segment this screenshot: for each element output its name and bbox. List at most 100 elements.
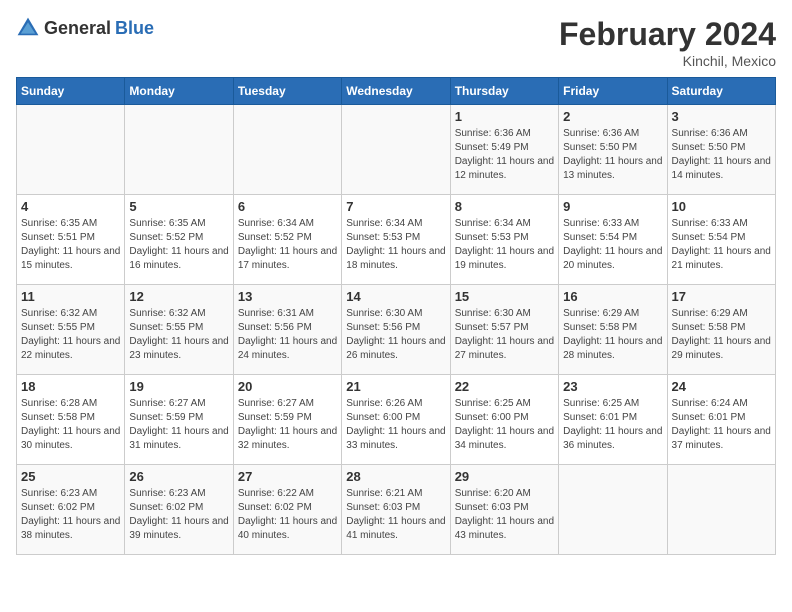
day-number: 24 <box>672 379 771 394</box>
day-cell: 15Sunrise: 6:30 AM Sunset: 5:57 PM Dayli… <box>450 285 558 375</box>
day-number: 21 <box>346 379 445 394</box>
calendar-header: SundayMondayTuesdayWednesdayThursdayFrid… <box>17 78 776 105</box>
day-cell: 13 Sunrise: 6:31 AM Sunset: 5:56 PM Dayli… <box>233 285 341 375</box>
day-cell <box>667 465 775 555</box>
day-number: 16 <box>563 289 662 304</box>
logo-icon <box>16 16 40 40</box>
day-cell: 22 Sunrise: 6:25 AM Sunset: 6:00 PM Dayli… <box>450 375 558 465</box>
weekday-header-sunday: Sunday <box>17 78 125 105</box>
day-cell <box>342 105 450 195</box>
weekday-header-tuesday: Tuesday <box>233 78 341 105</box>
day-number: 6 <box>238 199 337 214</box>
day-info: Sunrise: 6:25 AM Sunset: 6:01 PM Dayligh… <box>563 397 662 453</box>
day-cell: 7Sunrise: 6:34 AM Sunset: 5:53 PM Daylig… <box>342 195 450 285</box>
day-info: Sunrise: 6:34 AM Sunset: 5:53 PM Dayligh… <box>455 217 554 273</box>
day-number: 15 <box>455 289 554 304</box>
day-number: 22 <box>455 379 554 394</box>
day-cell: 25 Sunrise: 6:23 AM Sunset: 6:02 PM Dayli… <box>17 465 125 555</box>
day-info: Sunrise: 6:32 AM Sunset: 5:55 PM Dayligh… <box>21 307 120 363</box>
day-number: 13 <box>238 289 337 304</box>
day-cell <box>125 105 233 195</box>
day-number: 17 <box>672 289 771 304</box>
day-cell: 12Sunrise: 6:32 AM Sunset: 5:55 PM Dayli… <box>125 285 233 375</box>
day-number: 4 <box>21 199 120 214</box>
day-cell: 28Sunrise: 6:21 AM Sunset: 6:03 PM Dayli… <box>342 465 450 555</box>
day-cell: 19Sunrise: 6:27 AM Sunset: 5:59 PM Dayli… <box>125 375 233 465</box>
day-info: Sunrise: 6:23 AM Sunset: 6:02 PM Dayligh… <box>21 487 120 543</box>
day-info: Sunrise: 6:27 AM Sunset: 5:59 PM Dayligh… <box>238 397 337 453</box>
logo: General Blue <box>16 16 154 40</box>
day-number: 7 <box>346 199 445 214</box>
day-cell <box>17 105 125 195</box>
day-cell: 6 Sunrise: 6:34 AM Sunset: 5:52 PM Daylig… <box>233 195 341 285</box>
day-info: Sunrise: 6:35 AM Sunset: 5:51 PM Dayligh… <box>21 217 120 273</box>
day-info: Sunrise: 6:30 AM Sunset: 5:56 PM Dayligh… <box>346 307 445 363</box>
day-info: Sunrise: 6:33 AM Sunset: 5:54 PM Dayligh… <box>672 217 771 273</box>
day-cell: 16Sunrise: 6:29 AM Sunset: 5:58 PM Dayli… <box>559 285 667 375</box>
day-number: 14 <box>346 289 445 304</box>
day-number: 29 <box>455 469 554 484</box>
page-header: General Blue February 2024 Kinchil, Mexi… <box>16 16 776 69</box>
day-number: 20 <box>238 379 337 394</box>
weekday-header-friday: Friday <box>559 78 667 105</box>
day-cell: 21 Sunrise: 6:26 AM Sunset: 6:00 PM Dayli… <box>342 375 450 465</box>
week-row-3: 11 Sunrise: 6:32 AM Sunset: 5:55 PM Dayli… <box>17 285 776 375</box>
day-info: Sunrise: 6:31 AM Sunset: 5:56 PM Dayligh… <box>238 307 337 363</box>
day-cell: 2 Sunrise: 6:36 AM Sunset: 5:50 PM Daylig… <box>559 105 667 195</box>
day-cell: 24 Sunrise: 6:24 AM Sunset: 6:01 PM Dayli… <box>667 375 775 465</box>
day-info: Sunrise: 6:22 AM Sunset: 6:02 PM Dayligh… <box>238 487 337 543</box>
day-number: 8 <box>455 199 554 214</box>
day-info: Sunrise: 6:36 AM Sunset: 5:49 PM Dayligh… <box>455 127 554 183</box>
day-number: 3 <box>672 109 771 124</box>
day-cell <box>559 465 667 555</box>
week-row-4: 18 Sunrise: 6:28 AM Sunset: 5:58 PM Dayli… <box>17 375 776 465</box>
day-cell: 11 Sunrise: 6:32 AM Sunset: 5:55 PM Dayli… <box>17 285 125 375</box>
weekday-header-monday: Monday <box>125 78 233 105</box>
day-number: 18 <box>21 379 120 394</box>
day-cell: 26Sunrise: 6:23 AM Sunset: 6:02 PM Dayli… <box>125 465 233 555</box>
weekday-row: SundayMondayTuesdayWednesdayThursdayFrid… <box>17 78 776 105</box>
day-number: 11 <box>21 289 120 304</box>
day-cell: 5 Sunrise: 6:35 AM Sunset: 5:52 PM Daylig… <box>125 195 233 285</box>
title-block: February 2024 Kinchil, Mexico <box>559 16 776 69</box>
day-cell: 23 Sunrise: 6:25 AM Sunset: 6:01 PM Dayli… <box>559 375 667 465</box>
day-cell: 8 Sunrise: 6:34 AM Sunset: 5:53 PM Daylig… <box>450 195 558 285</box>
day-info: Sunrise: 6:35 AM Sunset: 5:52 PM Dayligh… <box>129 217 228 273</box>
weekday-header-saturday: Saturday <box>667 78 775 105</box>
day-number: 19 <box>129 379 228 394</box>
day-info: Sunrise: 6:26 AM Sunset: 6:00 PM Dayligh… <box>346 397 445 453</box>
day-info: Sunrise: 6:25 AM Sunset: 6:00 PM Dayligh… <box>455 397 554 453</box>
day-cell: 4 Sunrise: 6:35 AM Sunset: 5:51 PM Daylig… <box>17 195 125 285</box>
weekday-header-wednesday: Wednesday <box>342 78 450 105</box>
day-info: Sunrise: 6:24 AM Sunset: 6:01 PM Dayligh… <box>672 397 771 453</box>
day-number: 27 <box>238 469 337 484</box>
day-cell: 18 Sunrise: 6:28 AM Sunset: 5:58 PM Dayli… <box>17 375 125 465</box>
day-number: 9 <box>563 199 662 214</box>
day-info: Sunrise: 6:29 AM Sunset: 5:58 PM Dayligh… <box>672 307 771 363</box>
day-info: Sunrise: 6:36 AM Sunset: 5:50 PM Dayligh… <box>672 127 771 183</box>
day-cell: 3 Sunrise: 6:36 AM Sunset: 5:50 PM Daylig… <box>667 105 775 195</box>
week-row-1: 1 Sunrise: 6:36 AM Sunset: 5:49 PM Daylig… <box>17 105 776 195</box>
day-info: Sunrise: 6:20 AM Sunset: 6:03 PM Dayligh… <box>455 487 554 543</box>
day-number: 2 <box>563 109 662 124</box>
day-info: Sunrise: 6:28 AM Sunset: 5:58 PM Dayligh… <box>21 397 120 453</box>
day-number: 12 <box>129 289 228 304</box>
day-number: 25 <box>21 469 120 484</box>
day-info: Sunrise: 6:36 AM Sunset: 5:50 PM Dayligh… <box>563 127 662 183</box>
day-info: Sunrise: 6:21 AM Sunset: 6:03 PM Dayligh… <box>346 487 445 543</box>
day-cell: 27 Sunrise: 6:22 AM Sunset: 6:02 PM Dayli… <box>233 465 341 555</box>
week-row-2: 4 Sunrise: 6:35 AM Sunset: 5:51 PM Daylig… <box>17 195 776 285</box>
week-row-5: 25 Sunrise: 6:23 AM Sunset: 6:02 PM Dayli… <box>17 465 776 555</box>
day-cell: 29 Sunrise: 6:20 AM Sunset: 6:03 PM Dayli… <box>450 465 558 555</box>
day-number: 10 <box>672 199 771 214</box>
day-cell: 20 Sunrise: 6:27 AM Sunset: 5:59 PM Dayli… <box>233 375 341 465</box>
calendar-body: 1 Sunrise: 6:36 AM Sunset: 5:49 PM Daylig… <box>17 105 776 555</box>
day-number: 5 <box>129 199 228 214</box>
day-info: Sunrise: 6:34 AM Sunset: 5:52 PM Dayligh… <box>238 217 337 273</box>
day-cell: 17 Sunrise: 6:29 AM Sunset: 5:58 PM Dayli… <box>667 285 775 375</box>
day-number: 23 <box>563 379 662 394</box>
day-cell: 9 Sunrise: 6:33 AM Sunset: 5:54 PM Daylig… <box>559 195 667 285</box>
day-info: Sunrise: 6:33 AM Sunset: 5:54 PM Dayligh… <box>563 217 662 273</box>
day-number: 1 <box>455 109 554 124</box>
day-number: 26 <box>129 469 228 484</box>
